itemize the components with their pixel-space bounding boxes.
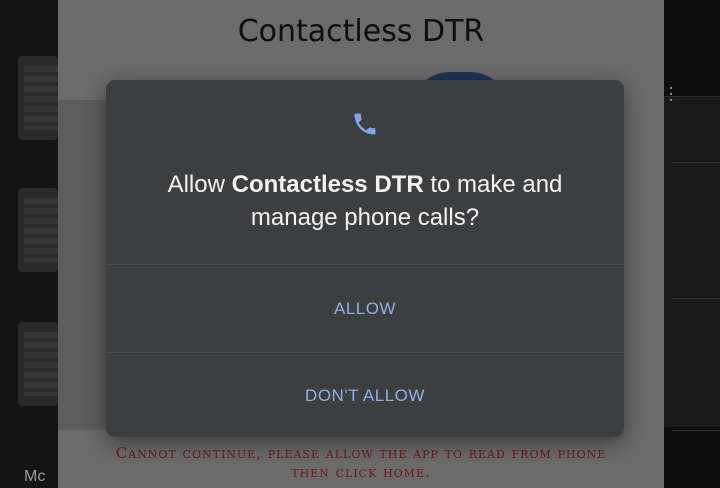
- app-side-panel: [58, 100, 106, 430]
- dont-allow-button[interactable]: DON'T ALLOW: [106, 353, 624, 437]
- background-divider: [672, 162, 720, 163]
- background-thumbnail: [18, 322, 58, 406]
- background-thumbnail: [18, 188, 58, 272]
- dialog-icon-container: [106, 110, 624, 140]
- background-thumbnail: [18, 56, 58, 140]
- allow-button[interactable]: ALLOW: [106, 266, 624, 352]
- background-divider: [672, 298, 720, 299]
- background-label: Mc: [24, 468, 46, 485]
- app-title: Contactless DTR: [237, 14, 485, 49]
- background-right-panel: · · ·: [664, 0, 720, 488]
- background-divider: [672, 430, 720, 431]
- dialog-divider: [106, 264, 624, 265]
- overflow-menu-icon: · · ·: [668, 78, 674, 111]
- message-app-name: Contactless DTR: [231, 171, 424, 198]
- permission-dialog: Allow Contactless DTR to make and manage…: [106, 80, 624, 437]
- background-left-panel: Mc: [0, 0, 58, 488]
- phone-icon: [354, 113, 376, 135]
- screen: Mc · · · Contactless DTR Cannot continue, …: [0, 0, 720, 488]
- message-prefix: Allow: [167, 171, 232, 198]
- background-card: [664, 96, 720, 427]
- permission-warning: Cannot continue, please allow the app to…: [115, 444, 607, 481]
- dialog-message: Allow Contactless DTR to make and manage…: [136, 168, 594, 234]
